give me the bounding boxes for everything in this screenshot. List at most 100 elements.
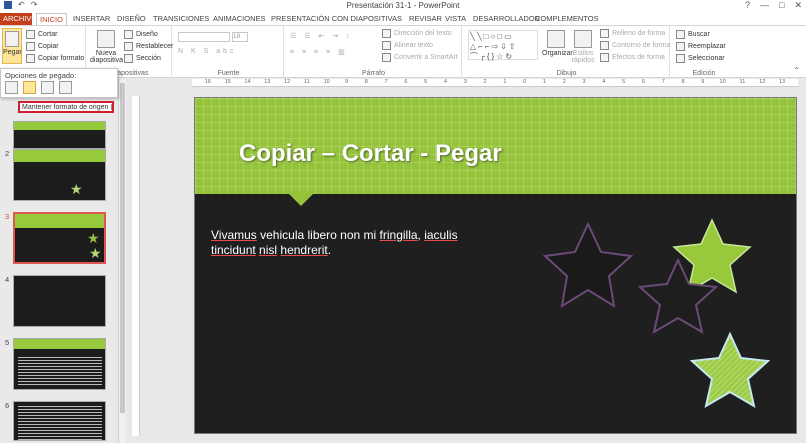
- shape-effects-button[interactable]: Efectos de forma: [600, 53, 665, 62]
- scrollbar-thumb[interactable]: [120, 83, 125, 413]
- paste-keep-source-icon[interactable]: [23, 81, 36, 94]
- ruler-mark: 4: [602, 79, 606, 85]
- layout-label: Diseño: [136, 31, 158, 38]
- ruler-mark: 12: [284, 79, 291, 85]
- group-font: 18 N K S abc Fuente: [174, 26, 284, 78]
- tab-insertar[interactable]: INSERTAR: [70, 13, 113, 25]
- tab-animaciones[interactable]: ANIMACIONES: [210, 13, 269, 25]
- slide-number: 3: [5, 212, 10, 221]
- shape-fill-label: Relleno de forma: [612, 30, 666, 37]
- tab-archivo[interactable]: ARCHIVO: [0, 13, 37, 25]
- format-painter-button[interactable]: Copiar formato: [26, 54, 84, 63]
- maximize-button[interactable]: □: [779, 0, 784, 11]
- slide-number: 4: [5, 275, 10, 284]
- star-hatched-icon[interactable]: [689, 331, 771, 409]
- tab-transiciones[interactable]: TRANSICIONES: [150, 13, 212, 25]
- group-editing: Buscar Reemplazar Seleccionar Edición: [672, 26, 736, 78]
- paste-picture-icon[interactable]: [41, 81, 54, 94]
- slide-number: 2: [5, 149, 10, 158]
- tab-diseno[interactable]: DISEÑO: [114, 13, 149, 25]
- ruler-mark: 0: [523, 79, 527, 85]
- tab-revisar[interactable]: REVISAR: [406, 13, 445, 25]
- tab-inicio[interactable]: INICIO: [36, 13, 67, 25]
- arrange-label: Organizar: [542, 50, 573, 57]
- ruler-mark: 11: [304, 79, 310, 85]
- cut-button[interactable]: Cortar: [26, 30, 57, 39]
- thumbnail-scrollbar[interactable]: [118, 79, 126, 443]
- paste-text-only-icon[interactable]: [59, 81, 72, 94]
- new-slide-icon: [97, 30, 115, 48]
- close-button[interactable]: ✕: [794, 0, 802, 11]
- align-buttons[interactable]: ≡ ≡ ≡ ≡ ▥: [290, 48, 348, 56]
- replace-label: Reemplazar: [688, 43, 726, 50]
- minimize-button[interactable]: —: [760, 0, 769, 11]
- slide-thumbnail-3[interactable]: ★ ★: [13, 212, 106, 264]
- pen-icon: [600, 41, 609, 50]
- smartart-icon: [382, 53, 391, 62]
- window-title: Presentación 31-1 - PowerPoint: [346, 1, 460, 10]
- ruler-mark: 3: [463, 79, 467, 85]
- tab-presentacion[interactable]: PRESENTACIÓN CON DIAPOSITIVAS: [268, 13, 405, 25]
- slide-thumbnail-2[interactable]: ★: [13, 149, 106, 201]
- slide-number: 5: [5, 338, 10, 347]
- copy-label: Copiar: [38, 43, 59, 50]
- tab-complementos[interactable]: COMPLEMENTOS: [532, 13, 602, 25]
- list-buttons[interactable]: ☰ ☰ ⇤ ⇥ ↕: [290, 32, 353, 40]
- ruler-mark: 5: [424, 79, 428, 85]
- thumbnail-text-lines: [18, 357, 102, 387]
- ruler-mark: 13: [264, 79, 271, 85]
- ruler-mark: 8: [681, 79, 685, 85]
- shape-outline-button[interactable]: Contorno de forma: [600, 41, 670, 50]
- text-direction-button[interactable]: Dirección del texto: [382, 29, 452, 38]
- slide-thumbnail-5[interactable]: [13, 338, 106, 390]
- shapes-gallery[interactable]: ╲╲□○□▭ △⌐⌐⇨⇩⇧ ⌒╭{}☆↻: [468, 30, 538, 61]
- slide-canvas[interactable]: Copiar – Cortar - Pegar Vivamus vehicula…: [194, 97, 797, 434]
- align-text-icon: [382, 41, 391, 50]
- font-size-field[interactable]: 18: [232, 32, 248, 42]
- ruler-mark: 6: [404, 79, 408, 85]
- paste-button[interactable]: Pegar: [2, 28, 22, 64]
- help-button[interactable]: ?: [745, 0, 750, 11]
- slide-thumbnail-4[interactable]: [13, 275, 106, 327]
- ruler-mark: 14: [792, 79, 798, 85]
- slide-thumbnail-6[interactable]: [13, 401, 106, 441]
- ruler-mark: 2: [483, 79, 487, 85]
- reset-label: Restablecer: [136, 43, 174, 50]
- slide-thumbnail-1[interactable]: [13, 121, 106, 149]
- select-button[interactable]: Seleccionar: [676, 54, 725, 63]
- replace-button[interactable]: Reemplazar: [676, 42, 726, 51]
- arrange-button[interactable]: Organizar: [542, 30, 573, 57]
- quick-styles-button[interactable]: Estilos rápidos: [570, 30, 596, 64]
- star-icon: ★: [87, 230, 100, 246]
- format-painter-label: Copiar formato: [38, 55, 85, 62]
- font-format-buttons[interactable]: N K S abc: [178, 48, 237, 55]
- ruler-mark: 8: [364, 79, 368, 85]
- reset-button[interactable]: Restablecer: [124, 42, 173, 51]
- cursor-icon: [676, 54, 685, 63]
- tab-vista[interactable]: VISTA: [442, 13, 469, 25]
- star-dark-1-icon[interactable]: [542, 221, 634, 309]
- clipboard-icon: [5, 31, 19, 47]
- quick-styles-icon: [574, 30, 592, 48]
- ruler-ticks: 16 15 14 13 12 11 10 9 8 7 6 5 4 3 2 1 0 1 2 3 4 5 6 7 8 9 10 11 12 1…: [198, 79, 798, 85]
- find-button[interactable]: Buscar: [676, 30, 710, 39]
- align-text-button[interactable]: Alinear texto: [382, 41, 433, 50]
- thumbnail-band: [14, 339, 105, 349]
- copy-button[interactable]: Copiar: [26, 42, 59, 51]
- paste-tooltip: Mantener formato de origen (M): [18, 101, 114, 113]
- smartart-button[interactable]: Convertir a SmartArt: [382, 53, 458, 62]
- new-slide-button[interactable]: Nueva diapositiva: [90, 30, 123, 64]
- layout-button[interactable]: Diseño: [124, 30, 158, 39]
- section-button[interactable]: Sección: [124, 54, 161, 63]
- shape-fill-button[interactable]: Relleno de forma: [600, 29, 665, 38]
- smartart-label: Convertir a SmartArt: [394, 54, 458, 61]
- slide-thumbnail-pane: 2 ★ 3 ★ ★ 4 5 6: [0, 79, 118, 443]
- group-paragraph: ☰ ☰ ⇤ ⇥ ↕ ≡ ≡ ≡ ≡ ▥ Dirección del texto …: [286, 26, 462, 78]
- quick-styles-label: Estilos rápidos: [571, 50, 595, 64]
- paste-destination-theme-icon[interactable]: [5, 81, 18, 94]
- paste-options-title: Opciones de pegado:: [5, 71, 77, 80]
- slide-number: 6: [5, 401, 10, 410]
- font-family-field[interactable]: [178, 32, 230, 42]
- collapse-ribbon-icon[interactable]: ⌃: [793, 66, 800, 75]
- brush-icon: [26, 54, 35, 63]
